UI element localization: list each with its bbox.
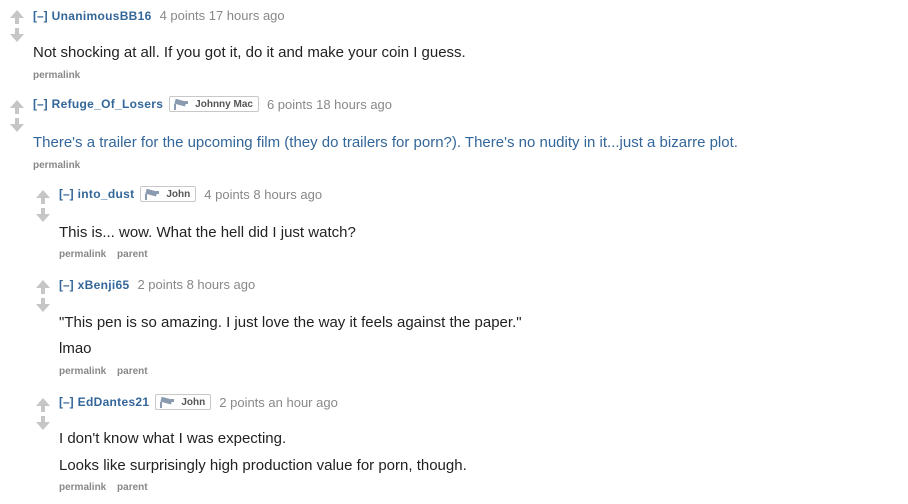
collapse-toggle[interactable]: [–] [59,278,74,292]
flair-text: John [181,396,206,408]
comment-body-line: Looks like surprisingly high production … [59,457,467,474]
score-and-time: 2 points 8 hours ago [137,277,256,292]
score-and-time: 4 points 8 hours ago [204,186,323,202]
score-and-time: 4 points 17 hours ago [159,8,285,23]
cctv-camera-icon [160,396,175,408]
vote-arrows [36,190,52,222]
downvote-arrow-icon[interactable] [10,34,24,42]
permalink-link[interactable]: permalink [33,70,80,81]
comment-author[interactable]: xBenji65 [78,278,130,292]
comment-tagline: [–] EdDantes21 John 2 points an hour ago [59,394,338,410]
comment-author[interactable]: Refuge_Of_Losers [52,97,164,111]
comment-author[interactable]: EdDantes21 [78,395,150,409]
downvote-arrow-icon[interactable] [36,422,50,430]
upvote-arrow-icon[interactable] [10,10,24,18]
parent-link[interactable]: parent [117,366,148,377]
comment-buttons: permalink parent [59,366,156,377]
comment-body-line: lmao [59,340,92,357]
flair-text: John [166,188,191,200]
user-flair: Johnny Mac [169,96,259,112]
comment-tagline: [–] UnanimousBB16 4 points 17 hours ago [33,8,285,23]
upvote-arrow-icon[interactable] [36,280,50,288]
flair-text: Johnny Mac [195,98,253,110]
permalink-link[interactable]: permalink [59,482,106,493]
comment-body: "This pen is so amazing. I just love the… [59,314,522,331]
upvote-arrow-icon[interactable] [10,100,24,108]
downvote-arrow-icon[interactable] [36,304,50,312]
comment-body: This is... wow. What the hell did I just… [59,224,356,241]
permalink-link[interactable]: permalink [59,366,106,377]
comment-buttons: permalink [33,160,88,171]
downvote-arrow-icon[interactable] [36,214,50,222]
comment-buttons: permalink parent [59,482,156,493]
vote-arrows [10,10,26,42]
comment-author[interactable]: into_dust [78,187,135,201]
parent-link[interactable]: parent [117,482,148,493]
score-and-time: 6 points 18 hours ago [266,96,393,112]
collapse-toggle[interactable]: [–] [59,187,74,201]
upvote-arrow-icon[interactable] [36,190,50,198]
comment-tagline: [–] xBenji65 2 points 8 hours ago [59,277,255,292]
parent-link[interactable]: parent [117,249,148,260]
collapse-toggle[interactable]: [–] [33,97,48,111]
collapse-toggle[interactable]: [–] [33,9,48,23]
comment-body: I don't know what I was expecting. [59,430,287,447]
user-flair: John [140,186,197,202]
user-flair: John [155,394,212,410]
cctv-camera-icon [174,98,189,110]
comment-tagline: [–] Refuge_Of_Losers Johnny Mac 6 points… [33,96,392,112]
cctv-camera-icon [145,188,160,200]
comment-author[interactable]: UnanimousBB16 [52,9,152,23]
comment-body: Not shocking at all. If you got it, do i… [33,44,466,61]
score-and-time: 2 points an hour ago [219,394,338,410]
permalink-link[interactable]: permalink [59,249,106,260]
collapse-toggle[interactable]: [–] [59,395,74,409]
comment-buttons: permalink [33,70,88,81]
vote-arrows [36,398,52,430]
vote-arrows [10,100,26,132]
vote-arrows [36,280,52,312]
permalink-link[interactable]: permalink [33,160,80,171]
upvote-arrow-icon[interactable] [36,398,50,406]
downvote-arrow-icon[interactable] [10,124,24,132]
comment-tagline: [–] into_dust John 4 points 8 hours ago [59,186,322,202]
comment-buttons: permalink parent [59,249,156,260]
comment-body: There's a trailer for the upcoming film … [33,134,738,151]
